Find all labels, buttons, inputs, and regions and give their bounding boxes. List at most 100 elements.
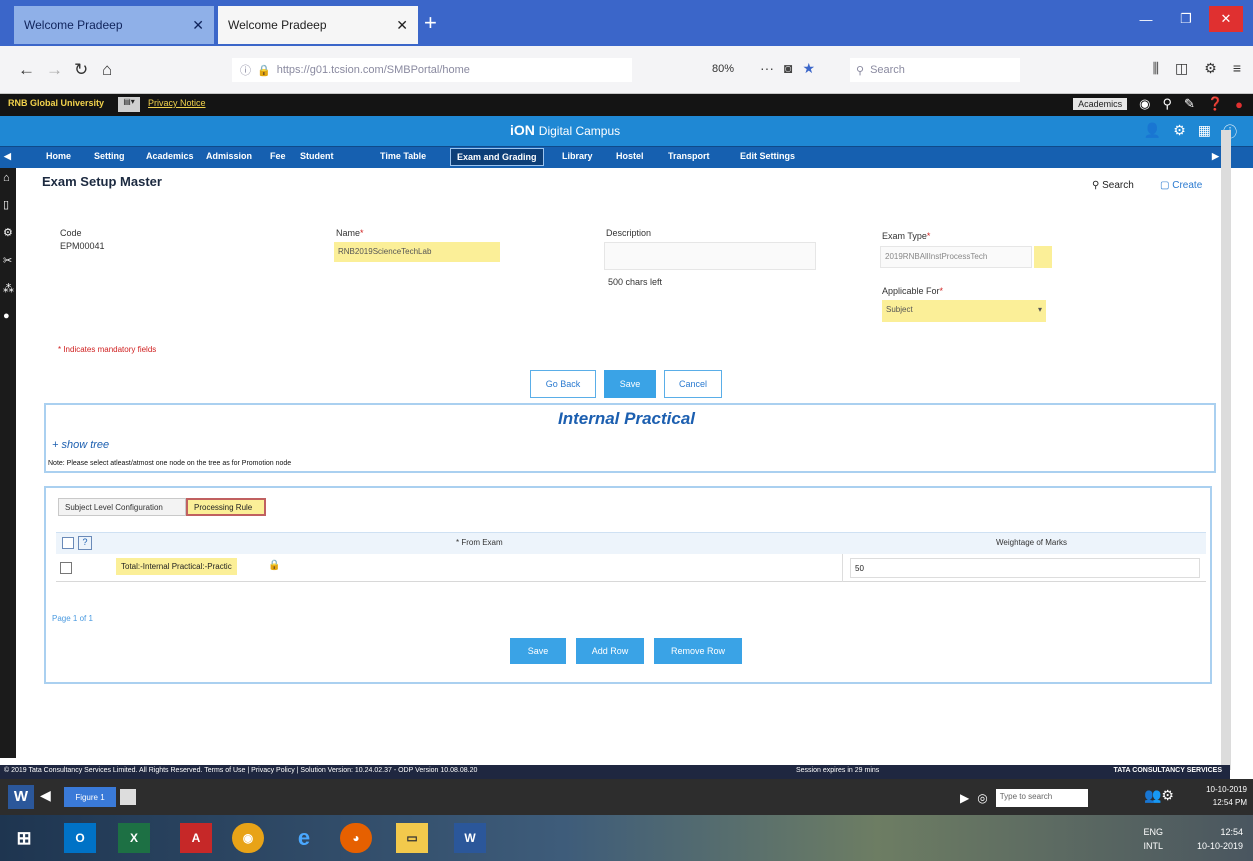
remove-row-button[interactable]: Remove Row [654, 638, 742, 664]
new-tab-button[interactable]: + [424, 12, 437, 34]
from-exam-field[interactable]: Total:-Internal Practical:-Practic [116, 558, 237, 575]
people-icon[interactable]: 👥⚙ [1144, 787, 1174, 804]
browser-tab-2[interactable]: Welcome Pradeep ✕ [218, 6, 418, 44]
minimize-icon[interactable]: — [1129, 6, 1163, 32]
menu-item-edit-settings[interactable]: Edit Settings [740, 151, 795, 161]
back-icon[interactable]: ← [18, 60, 35, 80]
academic-selector[interactable]: Academics [1073, 98, 1128, 110]
chevron-left-icon[interactable]: ◀ [40, 787, 51, 804]
menu-item-academics[interactable]: Academics [146, 151, 194, 161]
settings-icon[interactable]: ⚙ [1173, 122, 1186, 142]
search-link[interactable]: ⚲ Search [1092, 180, 1134, 191]
taskbar-search-input[interactable]: Type to search [995, 789, 1088, 807]
university-bar: RNB Global University ▤▾ Privacy Notice … [0, 94, 1253, 116]
name-field[interactable]: RNB2019ScienceTechLab [334, 242, 500, 262]
grid-icon[interactable]: ▦ [1198, 122, 1211, 142]
cortana-icon[interactable]: ◎ [977, 791, 987, 805]
file-explorer-icon[interactable]: ▭ [396, 823, 428, 853]
bookmark-star-icon[interactable]: ★ [802, 60, 815, 77]
window-close-icon[interactable]: ✕ [1209, 6, 1243, 32]
home-icon[interactable]: ⌂ [3, 172, 10, 184]
show-tree-link[interactable]: + show tree [52, 439, 109, 451]
header-tools: Academics ◉ ⚲ ✎ ❓ ● [1073, 96, 1243, 112]
description-field[interactable] [604, 242, 816, 270]
help-icon[interactable]: ? [78, 536, 92, 550]
cancel-button[interactable]: Cancel [664, 370, 722, 398]
notification-icon[interactable]: ● [1235, 97, 1243, 112]
input-language[interactable]: ENG INTL [1143, 825, 1163, 853]
settings-icon[interactable]: ⚙ [3, 226, 13, 239]
edge-icon[interactable]: e [288, 823, 320, 853]
zoom-level[interactable]: 80% [712, 63, 734, 75]
document-icon[interactable]: ▯ [3, 198, 9, 211]
help-icon[interactable]: ❓ [1207, 96, 1223, 112]
sidebar-icon[interactable]: ◫ [1175, 60, 1188, 77]
menu-item-hostel[interactable]: Hostel [616, 151, 644, 161]
library-icon[interactable]: ⫼ [1153, 60, 1159, 77]
close-icon[interactable]: ✕ [396, 17, 408, 34]
applicable-for-select[interactable]: Subject ▾ [882, 300, 1046, 322]
browser-tab-1[interactable]: Welcome Pradeep ✕ [14, 6, 214, 44]
tab-processing-rule[interactable]: Processing Rule [186, 498, 266, 516]
extension-icon[interactable]: ⚙ [1204, 60, 1217, 77]
menu-item-home[interactable]: Home [46, 151, 71, 161]
go-back-button[interactable]: Go Back [530, 370, 596, 398]
outlook-icon[interactable]: O [64, 823, 96, 853]
word-icon[interactable]: W [8, 785, 34, 809]
firefox-icon[interactable]: ◕ [340, 823, 372, 853]
word-bar-clock: 10-10-2019 12:54 PM [1206, 783, 1247, 809]
user-icon[interactable]: 👤 [1144, 122, 1161, 142]
privacy-link[interactable]: Privacy Notice [148, 98, 206, 108]
more-icon[interactable]: ··· [760, 60, 774, 77]
row-checkbox[interactable] [60, 562, 72, 574]
window-controls: — ❐ ✕ [1129, 6, 1243, 32]
close-icon[interactable]: ✕ [192, 17, 204, 34]
pocket-icon[interactable]: ◙ [784, 60, 792, 77]
user-icon[interactable]: ● [3, 310, 10, 322]
select-all-checkbox[interactable] [62, 537, 74, 549]
exam-type-field[interactable]: 2019RNBAllInstProcessTech [880, 246, 1032, 268]
tools-icon[interactable]: ✎ [1184, 96, 1195, 112]
scrollbar[interactable] [1221, 130, 1231, 770]
menu-item-library[interactable]: Library [562, 151, 593, 161]
chevron-right-icon[interactable]: ▶ [960, 791, 969, 805]
menu-item-transport[interactable]: Transport [668, 151, 710, 161]
weightage-input[interactable]: 50 [850, 558, 1200, 578]
menu-item-student[interactable]: Student [300, 151, 334, 161]
taskbar-clock[interactable]: 12:54 10-10-2019 [1197, 825, 1243, 853]
home-icon[interactable]: ⌂ [102, 60, 112, 80]
window-thumbnail[interactable] [120, 789, 136, 805]
save-rule-button[interactable]: Save [510, 638, 566, 664]
camera-icon[interactable]: ◉ [1139, 96, 1150, 112]
pdf-icon[interactable]: A [180, 823, 212, 853]
chrome-icon[interactable]: ◉ [232, 823, 264, 853]
maximize-icon[interactable]: ❐ [1169, 6, 1203, 32]
menu-item-admission[interactable]: Admission [206, 151, 252, 161]
url-bar[interactable]: ⓘ 🔒 https://g01.tcsion.com/SMBPortal/hom… [232, 58, 632, 82]
save-button[interactable]: Save [604, 370, 656, 398]
menu-right-arrow-icon[interactable]: ▶ [1212, 151, 1219, 162]
org-selector[interactable]: ▤▾ [118, 97, 140, 112]
tools-icon[interactable]: ✂ [3, 254, 12, 267]
figure-button[interactable]: Figure 1 [64, 787, 116, 807]
code-value: EPM00041 [60, 241, 105, 251]
windows-start-icon[interactable]: ⊞ [8, 823, 40, 853]
excel-icon[interactable]: X [118, 823, 150, 853]
network-icon[interactable]: ⁂ [3, 282, 14, 295]
menu-icon[interactable]: ≡ [1233, 60, 1241, 77]
exam-type-lookup[interactable] [1034, 246, 1052, 268]
search-input[interactable]: ⚲ Search [850, 58, 1020, 82]
add-row-button[interactable]: Add Row [576, 638, 644, 664]
menu-item-setting[interactable]: Setting [94, 151, 125, 161]
create-link[interactable]: ▢ Create [1160, 180, 1202, 191]
menu-item-fee[interactable]: Fee [270, 151, 286, 161]
menu-item-exam-and-grading[interactable]: Exam and Grading [450, 148, 544, 166]
menu-left-arrow-icon[interactable]: ◀ [4, 151, 11, 162]
forward-icon[interactable]: → [46, 60, 63, 80]
menu-item-time-table[interactable]: Time Table [380, 151, 426, 161]
word-taskbar-icon[interactable]: W [454, 823, 486, 853]
tab-subject-level-configuration[interactable]: Subject Level Configuration [58, 498, 186, 516]
search-icon[interactable]: ⚲ [1163, 96, 1173, 112]
info-icon[interactable]: ⓘ [240, 62, 251, 78]
reload-icon[interactable]: ↻ [74, 60, 88, 80]
